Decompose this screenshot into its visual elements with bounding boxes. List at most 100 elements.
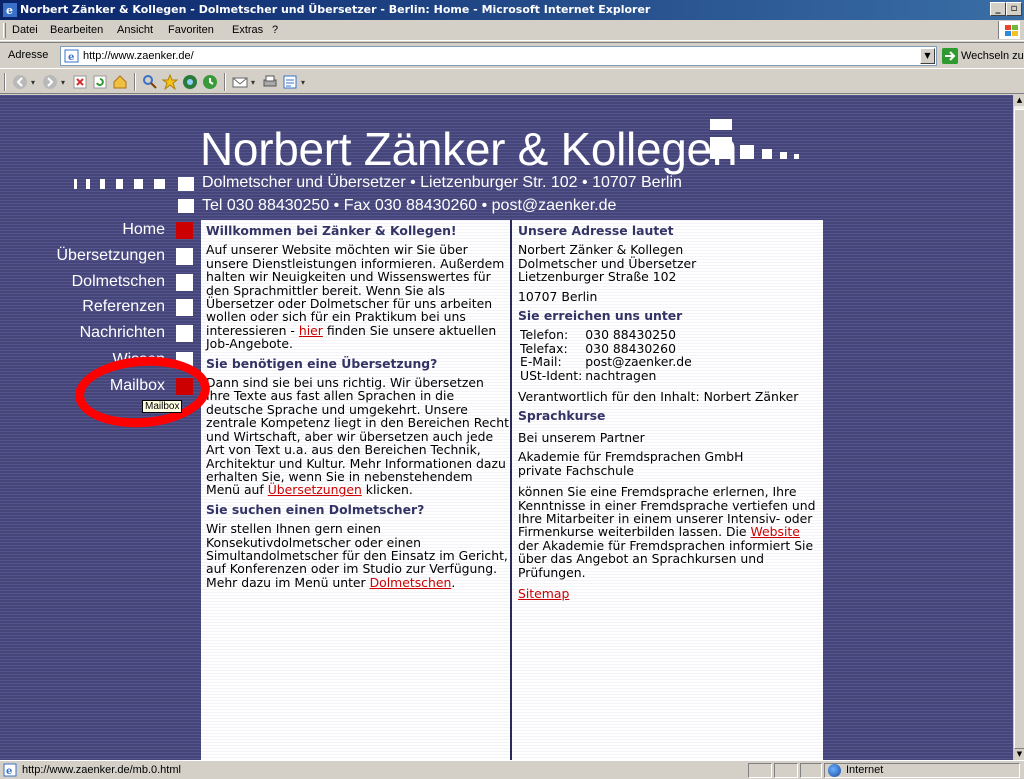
- interpreter-heading: Sie suchen einen Dolmetscher?: [206, 501, 425, 517]
- status-url: http://www.zaenker.de/mb.0.html: [22, 764, 181, 776]
- site-subtitle: Dolmetscher und Übersetzer • Lietzenburg…: [202, 174, 682, 191]
- menu-datei[interactable]: Datei: [12, 24, 38, 36]
- menu-help[interactable]: ?: [272, 24, 278, 36]
- window-title: Norbert Zänker & Kollegen - Dolmetscher …: [20, 3, 651, 16]
- nav-item-dolmetschen[interactable]: Dolmetschen: [72, 273, 165, 291]
- contact-value: 030 88430260: [585, 340, 676, 356]
- contact-row: E-Mail: post@zaenker.de: [520, 354, 695, 370]
- responsible-note: Verantwortlich für den Inhalt: Norbert Z…: [518, 389, 799, 405]
- favorites-icon[interactable]: [162, 74, 178, 90]
- contact-value: 030 88430250: [585, 327, 676, 343]
- logo-square: [794, 154, 799, 159]
- nav-item-uebersetzungen[interactable]: Übersetzungen: [56, 247, 165, 265]
- nav-marker-referenzen[interactable]: [176, 299, 193, 316]
- courses-heading: Sprachkurse: [518, 408, 606, 424]
- address-line: Lietzenburger Straße 102: [518, 269, 677, 285]
- svg-text:e: e: [68, 52, 74, 63]
- stop-icon[interactable]: [72, 74, 88, 90]
- address-dropdown-button[interactable]: ▼: [920, 48, 935, 64]
- deco-square: [100, 179, 105, 189]
- refresh-icon[interactable]: [92, 74, 108, 90]
- school-block: Akademie für Fremdsprachen GmbH private …: [518, 450, 821, 477]
- address-heading: Unsere Adresse lautet: [518, 223, 674, 238]
- scroll-thumb[interactable]: [1014, 109, 1024, 749]
- menu-grip: [3, 23, 6, 38]
- windows-logo-icon: [998, 21, 1020, 39]
- logo-square: [780, 152, 787, 159]
- status-pane: [800, 763, 822, 778]
- school-type: private Fachschule: [518, 462, 635, 478]
- menu-favoriten[interactable]: Favoriten: [168, 24, 214, 36]
- interpreter-text: Wir stellen Ihnen gern einen Konsekutivd…: [206, 521, 508, 590]
- interpreter-paragraph: Wir stellen Ihnen gern einen Konsekutivd…: [206, 522, 509, 589]
- translation-paragraph: Dann sind sie bei uns richtig. Wir übers…: [206, 376, 509, 497]
- logo-square: [710, 119, 732, 130]
- menu-bearbeiten[interactable]: Bearbeiten: [50, 24, 103, 36]
- contact-heading: Sie erreichen uns unter: [518, 308, 683, 324]
- forward-dropdown-icon[interactable]: ▾: [61, 78, 65, 87]
- history-icon[interactable]: [202, 74, 218, 90]
- forward-icon[interactable]: [42, 74, 58, 90]
- interpreting-link[interactable]: Dolmetschen: [370, 575, 452, 590]
- contact-key: Telefax:: [520, 340, 568, 356]
- page-viewport: Norbert Zänker & Kollegen Dolmetscher un…: [0, 95, 1013, 760]
- go-button[interactable]: Wechseln zu: [942, 48, 1024, 66]
- welcome-paragraph: Auf unserer Website möchten wir Sie über…: [206, 243, 509, 350]
- deco-square: [116, 179, 123, 189]
- edit-dropdown-icon[interactable]: ▾: [301, 78, 305, 87]
- nav-item-referenzen[interactable]: Referenzen: [82, 298, 165, 316]
- toolbar: ▾ ▾ ▾ ▾: [0, 70, 1024, 94]
- scroll-down-button[interactable]: ▼: [1014, 749, 1024, 760]
- title-bar: e Norbert Zänker & Kollegen - Dolmetsche…: [0, 0, 1024, 20]
- status-bar: e http://www.zaenker.de/mb.0.html Intern…: [0, 760, 1024, 779]
- deco-square: [134, 179, 143, 189]
- sitemap-container: Sitemap: [518, 587, 821, 600]
- home-icon[interactable]: [112, 74, 128, 90]
- vertical-scrollbar[interactable]: ▲ ▼: [1013, 95, 1024, 760]
- menu-extras[interactable]: Extras: [232, 24, 263, 36]
- nav-item-nachrichten[interactable]: Nachrichten: [80, 324, 165, 342]
- address-input[interactable]: e http://www.zaenker.de/: [60, 46, 937, 66]
- sitemap-link[interactable]: Sitemap: [518, 586, 569, 601]
- edit-icon[interactable]: [282, 74, 298, 90]
- address-block: Norbert Zänker & Kollegen Dolmetscher un…: [518, 242, 821, 285]
- mail-dropdown-icon[interactable]: ▾: [251, 78, 255, 87]
- mail-icon[interactable]: [232, 74, 248, 90]
- contact-value: post@zaenker.de: [585, 354, 692, 370]
- menu-bar: Datei Bearbeiten Ansicht Favoriten Extra…: [0, 20, 1024, 41]
- address-line: Norbert Zänker & Kollegen: [518, 242, 684, 258]
- search-icon[interactable]: [142, 74, 158, 90]
- back-icon[interactable]: [12, 74, 28, 90]
- interpreter-text-end: .: [451, 574, 456, 590]
- status-pane: [774, 763, 798, 778]
- contact-row: Telefax: 030 88430260: [520, 340, 695, 356]
- nav-item-home[interactable]: Home: [122, 221, 165, 239]
- menu-ansicht[interactable]: Ansicht: [117, 24, 153, 36]
- back-dropdown-icon[interactable]: ▾: [31, 78, 35, 87]
- nav-marker-home[interactable]: [176, 222, 193, 239]
- deco-square: [74, 179, 77, 189]
- security-zone: Internet: [846, 764, 884, 776]
- sidebar-content-panel: Unsere Adresse lautet Norbert Zänker & K…: [512, 220, 823, 760]
- go-label: Wechseln zu: [961, 50, 1024, 62]
- maximize-button[interactable]: ▫: [1006, 2, 1022, 16]
- minimize-button[interactable]: _: [990, 2, 1006, 16]
- courses-paragraph: können Sie eine Fremdsprache erlernen, I…: [518, 485, 821, 579]
- nav-marker-nachrichten[interactable]: [176, 325, 193, 342]
- translation-heading: Sie benötigen eine Übersetzung?: [206, 355, 438, 371]
- page-icon: e: [64, 49, 79, 63]
- nav-marker-dolmetschen[interactable]: [176, 274, 193, 291]
- nav-marker-uebersetzungen[interactable]: [176, 248, 193, 265]
- address-city: 10707 Berlin: [518, 288, 598, 304]
- contact-key: Telefon:: [520, 327, 569, 343]
- main-content-panel: Willkommen bei Zänker & Kollegen! Auf un…: [201, 220, 510, 760]
- deco-square: [178, 199, 194, 213]
- print-icon[interactable]: [262, 74, 278, 90]
- toolbar-separator: [134, 73, 136, 91]
- svg-text:e: e: [6, 766, 12, 777]
- media-icon[interactable]: [182, 74, 198, 90]
- svg-text:e: e: [6, 4, 13, 17]
- jobs-link[interactable]: hier: [299, 323, 323, 338]
- translations-link[interactable]: Übersetzungen: [268, 482, 362, 497]
- scroll-up-button[interactable]: ▲: [1014, 95, 1024, 106]
